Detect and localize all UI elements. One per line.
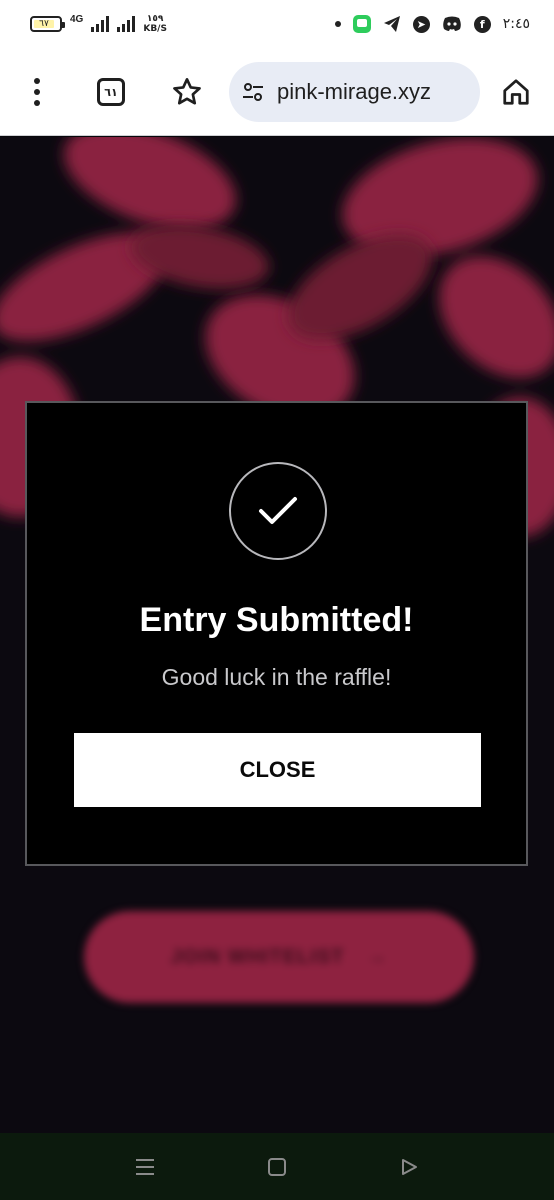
network-speed: ١٥٩ KB/S [143,14,167,34]
more-options-icon[interactable] [15,70,59,114]
status-bar: ٦٧ 4G ١٥٩ KB/S ➤ f ٢:٤٥ [0,0,554,48]
recents-button[interactable] [131,1153,159,1181]
back-button[interactable] [395,1153,423,1181]
facebook-icon: f [473,15,491,33]
back-triangle-icon [402,1159,417,1175]
home-square-icon [268,1158,286,1176]
home-icon [503,79,529,105]
home-nav-button[interactable] [263,1153,291,1181]
battery-icon: ٦٧ [30,16,65,32]
dialog-title: Entry Submitted! [139,601,414,639]
join-whitelist-label: JOIN WHITELIST [170,945,345,968]
success-badge [229,462,327,560]
entry-submitted-dialog: Entry Submitted! Good luck in the raffle… [25,401,528,866]
join-whitelist-button-background: JOIN WHITELIST → [84,911,474,1003]
tab-switcher-icon: ٦١ [97,78,125,106]
system-navigation-bar [0,1133,554,1200]
signal-strength-icon [91,16,110,32]
address-bar[interactable]: pink-mirage.xyz [229,62,480,122]
telegram-icon [383,16,400,32]
notification-dot-icon [334,21,341,27]
signal-strength-2-icon [117,16,136,32]
join-whitelist-arrow: → [366,945,388,968]
network-type: 4G [70,14,84,25]
close-button[interactable]: CLOSE [74,733,481,807]
battery-level: ٦٧ [39,19,49,29]
checkmark-icon [259,497,297,524]
home-button[interactable] [494,70,538,114]
dialog-message: Good luck in the raffle! [161,664,392,690]
chat-app-icon [352,15,371,33]
messenger-icon: ➤ [412,15,430,33]
tab-count: ٦١ [104,85,118,99]
network-speed-value: ١٥٩ [146,14,164,24]
bookmark-star-icon [173,78,201,105]
status-right-group: ➤ f ٢:٤٥ [334,12,530,36]
bookmark-star-button[interactable] [165,70,209,114]
network-speed-unit: KB/S [143,24,167,34]
browser-toolbar: ٦١ pink-mirage.xyz [0,48,554,136]
recents-menu-icon [136,1159,154,1175]
tab-switcher-button[interactable]: ٦١ [89,70,133,114]
clock: ٢:٤٥ [502,16,530,32]
discord-icon [442,16,461,31]
site-settings-icon[interactable] [241,80,265,104]
status-left-group: ٦٧ 4G ١٥٩ KB/S [30,12,167,36]
url-text[interactable]: pink-mirage.xyz [277,79,431,105]
